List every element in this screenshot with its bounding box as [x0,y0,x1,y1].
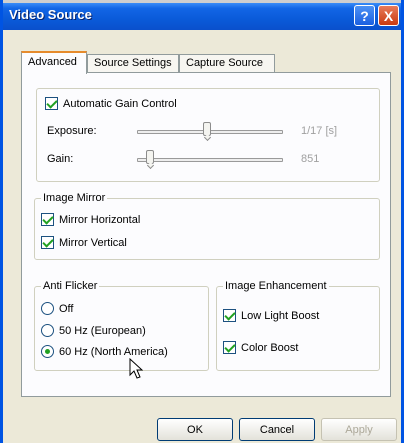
gain-slider-track[interactable] [137,158,283,162]
low-light-row[interactable]: Low Light Boost [223,309,319,322]
flicker-50hz-label: 50 Hz (European) [59,324,146,337]
anti-flicker-title: Anti Flicker [41,280,100,292]
image-enhancement-group: Image Enhancement Low Light Boost Color … [216,280,380,371]
help-button[interactable]: ? [354,5,375,26]
close-icon: X [383,7,394,24]
agc-checkbox-row[interactable]: Automatic Gain Control [45,97,177,110]
image-mirror-group: Image Mirror Mirror Horizontal Mirror Ve… [34,192,380,260]
mirror-horizontal-row[interactable]: Mirror Horizontal [41,213,140,226]
flicker-50hz-row[interactable]: 50 Hz (European) [41,324,146,337]
title-bar[interactable]: Video Source ? X [3,0,401,30]
mirror-vertical-checkbox[interactable] [41,236,54,249]
help-icon: ? [360,7,369,24]
tab-advanced[interactable]: Advanced [21,51,87,74]
flicker-off-label: Off [59,302,74,315]
flicker-off-radio[interactable] [41,302,54,315]
agc-checkbox[interactable] [45,97,58,110]
exposure-slider-thumb[interactable] [203,122,212,136]
gain-slider-thumb[interactable] [146,150,155,164]
flicker-50hz-radio[interactable] [41,324,54,337]
window-title: Video Source [9,7,92,22]
exposure-label: Exposure: [47,125,97,137]
image-mirror-title: Image Mirror [41,192,108,204]
agc-group: Automatic Gain Control Exposure: 1/17 [s… [36,88,380,182]
mouse-cursor-icon [129,358,143,379]
color-boost-label: Color Boost [241,341,299,354]
low-light-label: Low Light Boost [241,309,320,322]
flicker-60hz-label: 60 Hz (North America) [59,345,168,358]
apply-button[interactable]: Apply [321,418,397,441]
low-light-checkbox[interactable] [223,309,236,322]
anti-flicker-group: Anti Flicker Off 50 Hz (European) 60 Hz … [34,280,209,371]
gain-label: Gain: [47,153,74,165]
mirror-horizontal-checkbox[interactable] [41,213,54,226]
flicker-60hz-radio[interactable] [41,345,54,358]
agc-label: Automatic Gain Control [63,97,177,110]
video-source-dialog: Video Source ? X Advanced Source Setting… [0,0,404,443]
color-boost-row[interactable]: Color Boost [223,341,298,354]
cancel-button[interactable]: Cancel [239,418,315,441]
mirror-vertical-label: Mirror Vertical [59,236,127,249]
color-boost-checkbox[interactable] [223,341,236,354]
mirror-horizontal-label: Mirror Horizontal [59,213,141,226]
flicker-off-row[interactable]: Off [41,302,73,315]
image-enhancement-title: Image Enhancement [223,280,329,292]
tab-source-settings[interactable]: Source Settings [87,54,179,73]
exposure-value: 1/17 [s] [301,125,338,137]
ok-button[interactable]: OK [157,418,233,441]
mirror-vertical-row[interactable]: Mirror Vertical [41,236,127,249]
flicker-60hz-row[interactable]: 60 Hz (North America) [41,345,168,358]
tab-capture-source[interactable]: Capture Source [179,54,275,73]
tab-panel-advanced: Automatic Gain Control Exposure: 1/17 [s… [21,72,391,397]
close-button[interactable]: X [378,5,399,26]
gain-value: 851 [301,153,320,165]
